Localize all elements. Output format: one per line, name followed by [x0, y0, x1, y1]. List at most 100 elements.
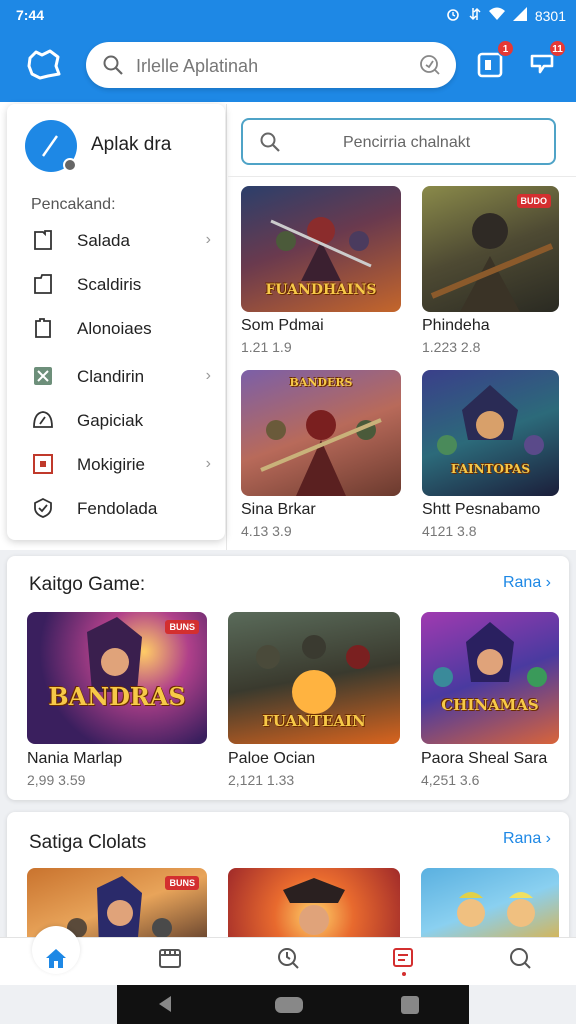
game-name: Paloe Ocian	[228, 750, 316, 767]
secondary-search[interactable]: Pencirria chalnakt	[241, 118, 556, 165]
divider	[228, 176, 576, 177]
battery-label: 8301	[534, 7, 566, 24]
search-icon	[510, 948, 531, 969]
back-icon[interactable]	[157, 995, 173, 1018]
game-thumbnail[interactable]	[228, 868, 400, 948]
folder-icon	[31, 228, 55, 252]
side-item-gapiciak[interactable]: Gapiciak	[31, 406, 211, 436]
game-art	[283, 878, 345, 935]
wifi-icon	[488, 7, 505, 24]
game-banner-text: CHINAMAS	[441, 696, 539, 714]
game-card[interactable]	[421, 868, 559, 948]
game-banner-text: BANDRAS	[48, 682, 186, 711]
game-art	[457, 892, 535, 927]
game-name: Phindeha	[422, 317, 490, 334]
side-item-label: Mokigirie	[77, 455, 146, 474]
chevron-right-icon: ›	[545, 574, 551, 591]
more-label: Rana	[502, 830, 542, 847]
secondary-search-placeholder[interactable]: Pencirria chalnakt	[343, 134, 470, 152]
game-card[interactable]: FUANTEAIN Paloe Ocian 2,121 1.33	[228, 612, 400, 792]
voice-search-icon[interactable]	[418, 53, 442, 77]
home-icon	[46, 949, 66, 968]
game-thumbnail[interactable]: CHINAMAS	[421, 612, 559, 744]
side-item-label: Alonoiaes	[77, 319, 152, 338]
side-item-scaldiris[interactable]: Scaldiris	[31, 270, 211, 300]
game-banner-text: FUANDHAINS	[265, 282, 377, 298]
compass-icon	[31, 408, 55, 432]
chevron-right-icon: ›	[205, 367, 211, 384]
game-card[interactable]: FAINTOPAS Shtt Pesnabamo 4121 3.8	[422, 370, 559, 540]
game-thumbnail[interactable]: FUANDHAINS	[241, 186, 401, 312]
document-icon	[31, 316, 55, 340]
game-name: Shtt Pesnabamo	[422, 501, 541, 518]
section-more-link[interactable]: Rana ›	[503, 574, 551, 592]
divider	[226, 104, 227, 550]
nav-library[interactable]	[382, 940, 426, 984]
bottom-navigation	[0, 926, 576, 985]
game-card[interactable]	[228, 868, 400, 948]
store-icon	[159, 949, 181, 968]
game-meta: 4121 3.8	[422, 523, 477, 539]
side-menu: Aplak dra Pencakand: Salada › Scaldiris …	[7, 104, 225, 540]
side-item-label: Salada	[77, 231, 130, 250]
alerts-button[interactable]: 11	[524, 40, 566, 82]
alarm-icon	[445, 6, 461, 25]
game-meta: 1.223 2.8	[422, 339, 481, 355]
game-card[interactable]: BANDRAS BUNS Nania Marlap 2,99 3.59	[27, 612, 207, 792]
side-menu-section-label: Pencakand:	[31, 196, 116, 213]
game-tag: BUDO	[516, 194, 551, 208]
folder-icon	[31, 272, 55, 296]
game-thumbnail[interactable]: BANDERS	[241, 370, 401, 496]
chevron-right-icon: ›	[205, 455, 211, 472]
nav-home[interactable]	[34, 940, 78, 984]
notifications-badge: 1	[497, 40, 514, 57]
nav-store[interactable]	[148, 940, 192, 984]
game-thumbnail[interactable]: FUANTEAIN	[228, 612, 400, 744]
game-meta: 2,121 1.33	[228, 772, 295, 788]
status-icons: 8301	[445, 6, 566, 25]
game-card[interactable]: BUDO Phindeha 1.223 2.8	[422, 186, 559, 356]
game-art	[437, 385, 544, 455]
side-item-clandirin[interactable]: Clandirin ›	[31, 362, 211, 392]
game-card[interactable]: BANDERS Sina Brkar 4.13 3.9	[241, 370, 401, 540]
notifications-button[interactable]: 1	[472, 40, 514, 82]
game-name: Nania Marlap	[27, 750, 123, 767]
recents-icon[interactable]	[401, 996, 419, 1019]
section-title: Satiga Clolats	[29, 832, 147, 853]
side-item-fendolada[interactable]: Fendolada	[31, 494, 211, 524]
side-item-label: Fendolada	[77, 499, 158, 518]
avatar[interactable]	[25, 120, 77, 172]
game-thumbnail[interactable]	[421, 868, 559, 948]
game-banner-text: BANDERS	[289, 376, 353, 389]
game-thumbnail[interactable]: BANDRAS BUNS	[27, 612, 207, 744]
side-item-mokigirie[interactable]: Mokigirie ›	[31, 450, 211, 480]
search-placeholder[interactable]: Irlelle Aplatinah	[136, 56, 258, 77]
home-pill-icon[interactable]	[275, 997, 303, 1018]
game-card[interactable]: FUANDHAINS Som Pdmai 1.21 1.9	[241, 186, 401, 356]
alerts-badge: 11	[549, 40, 566, 57]
game-art	[433, 622, 547, 687]
game-meta: 2,99 3.59	[27, 772, 86, 788]
game-thumbnail[interactable]: FAINTOPAS	[422, 370, 559, 496]
game-name: Paora Sheal Sara	[421, 750, 548, 767]
search-bar[interactable]: Irlelle Aplatinah	[86, 42, 456, 88]
library-icon	[393, 948, 413, 976]
game-tag: BUNS	[165, 620, 199, 634]
app-logo-icon[interactable]	[26, 48, 62, 80]
game-meta: 4,251 3.6	[421, 772, 480, 788]
game-thumbnail[interactable]: BUDO	[422, 186, 559, 312]
system-navigation-bar	[117, 985, 469, 1024]
nav-updates[interactable]	[266, 940, 310, 984]
game-card[interactable]: CHINAMAS Paora Sheal Sara 4,251 3.6	[421, 612, 559, 792]
status-bar: 7:44 8301	[0, 0, 576, 30]
side-item-alonoiaes[interactable]: Alonoiaes	[31, 314, 211, 344]
update-icon	[278, 948, 299, 969]
chevron-right-icon: ›	[545, 830, 551, 847]
frame-icon	[31, 452, 55, 476]
section-more-link[interactable]: Rana ›	[503, 830, 551, 848]
game-tag: BUNS	[165, 876, 199, 890]
nav-search[interactable]	[498, 940, 542, 984]
side-item-salada[interactable]: Salada ›	[31, 226, 211, 256]
signal-icon	[512, 7, 527, 24]
side-item-label: Clandirin	[77, 367, 145, 386]
